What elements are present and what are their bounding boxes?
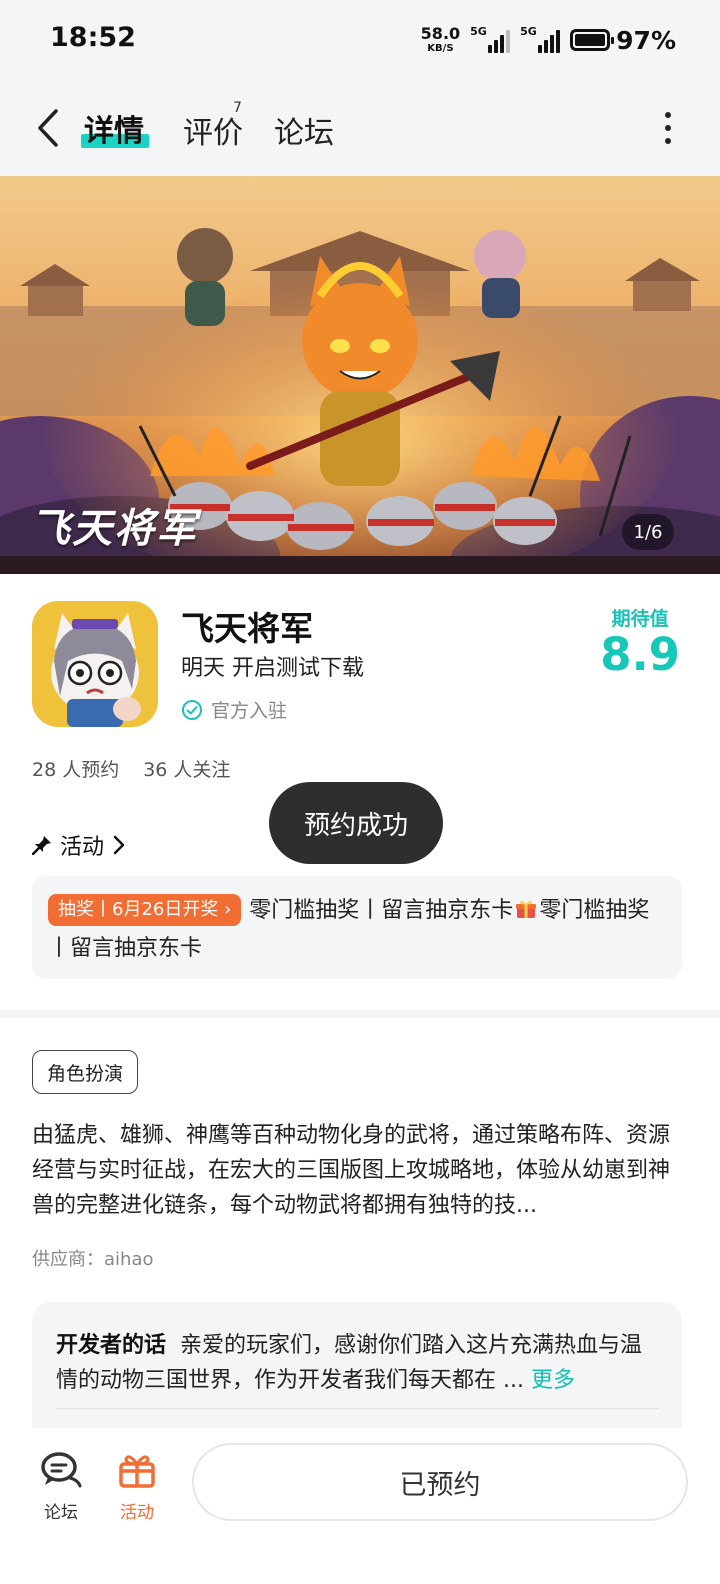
- expectation-label: 期待值: [611, 608, 669, 630]
- verified-check-icon: [182, 699, 202, 720]
- more-options-button[interactable]: [656, 112, 680, 144]
- expectation-score: 期待值 8.9: [600, 604, 680, 678]
- battery-icon: 97%: [570, 26, 676, 55]
- tab-details[interactable]: 详情: [84, 106, 144, 150]
- developer-note-more-link[interactable]: 更多: [531, 1368, 575, 1393]
- activity-title: 活动: [60, 835, 105, 860]
- app-stats: 28 人预约 36 人关注: [32, 755, 230, 782]
- app-release-info: 明天 开启测试下载: [181, 656, 364, 681]
- network-speed-value: 58.0: [420, 24, 461, 43]
- chevron-right-icon: ›: [224, 899, 232, 920]
- app-icon: [32, 601, 158, 727]
- banner-page-counter: 1/6: [622, 514, 674, 550]
- app-icon-artwork: [32, 601, 158, 727]
- bottom-activity-label: 活动: [120, 1503, 154, 1523]
- official-badge-label: 官方入驻: [211, 700, 288, 722]
- bottom-activity-button[interactable]: 活动: [102, 1448, 172, 1523]
- pin-icon: [32, 836, 51, 855]
- signal-1-label: 5G: [470, 25, 487, 38]
- activity-section-header[interactable]: 活动: [32, 829, 126, 861]
- signal-2-icon: 5G: [520, 25, 561, 53]
- reviews-count-badge: 7: [233, 100, 242, 116]
- reservation-count: 28 人预约: [32, 759, 120, 781]
- activity-card[interactable]: 抽奖丨6月26日开奖 › 零门槛抽奖丨留言抽京东卡 零门槛抽奖丨留言抽京东卡: [32, 876, 682, 979]
- section-divider: [0, 1010, 720, 1018]
- app-name: 飞天将军: [181, 609, 313, 648]
- game-description[interactable]: 由猛虎、雄狮、神鹰等百种动物化身的武将，通过策略布阵、资源经营与实时征战，在宏大…: [32, 1118, 682, 1223]
- banner-game-logo: 飞天将军: [30, 505, 198, 552]
- expectation-value: 8.9: [600, 628, 680, 681]
- bottom-forum-button[interactable]: 论坛: [26, 1448, 96, 1523]
- follower-count: 36 人关注: [143, 759, 231, 781]
- network-speed: 58.0 KB/S: [421, 26, 460, 54]
- developer-note-card[interactable]: 开发者的话 亲爱的玩家们，感谢你们踏入这片充满热血与温情的动物三国世界，作为开发…: [32, 1302, 682, 1432]
- lottery-tag[interactable]: 抽奖丨6月26日开奖 ›: [48, 894, 242, 926]
- more-dot-icon: [665, 112, 671, 118]
- status-bar: 18:52 58.0 KB/S 5G 5G 97%: [0, 0, 720, 80]
- official-badge: 官方入驻: [181, 696, 287, 723]
- back-button[interactable]: [28, 104, 68, 152]
- banner-carousel[interactable]: 飞天将军 1/6: [0, 176, 720, 574]
- gift-icon: [516, 900, 537, 918]
- developer-note-title: 开发者的话: [56, 1333, 167, 1358]
- gift-box-icon: [119, 1455, 155, 1488]
- bottom-forum-label: 论坛: [44, 1503, 78, 1523]
- reservation-success-toast: 预约成功: [269, 782, 443, 864]
- genre-tag[interactable]: 角色扮演: [32, 1050, 139, 1094]
- developer-card-divider: [56, 1408, 658, 1409]
- activity-text-1: 零门槛抽奖丨留言抽京东卡: [249, 898, 514, 923]
- status-time: 18:52: [50, 22, 136, 53]
- network-speed-unit: KB/S: [427, 43, 454, 54]
- chevron-right-icon: [113, 835, 125, 855]
- lottery-tag-label: 抽奖丨6月26日开奖: [58, 899, 219, 920]
- reserved-button[interactable]: 已预约: [192, 1443, 688, 1521]
- signal-2-label: 5G: [520, 25, 537, 38]
- forum-chat-icon: [41, 1452, 82, 1488]
- status-indicators: 58.0 KB/S 5G 5G 97%: [421, 22, 676, 58]
- back-arrow-icon: [38, 109, 58, 147]
- battery-percent: 97%: [616, 25, 676, 55]
- tab-forum[interactable]: 论坛: [274, 108, 334, 152]
- bottom-action-bar: 论坛 活动 已预约: [0, 1428, 720, 1584]
- supplier-info: 供应商：aihao: [32, 1249, 154, 1270]
- signal-1-icon: 5G: [470, 25, 511, 53]
